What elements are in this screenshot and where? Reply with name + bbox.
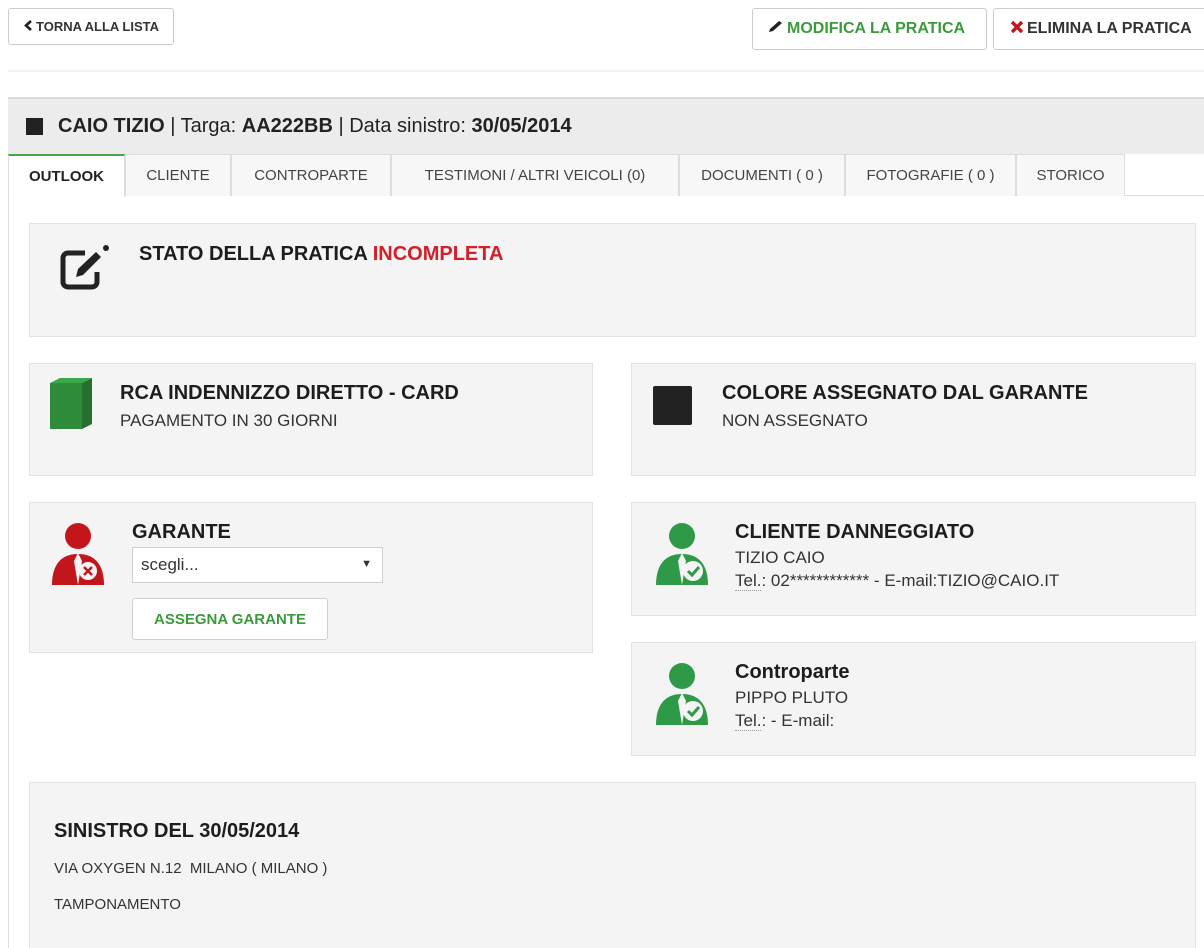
date-label: | Data sinistro: (332, 115, 472, 137)
user-check-icon (654, 661, 710, 734)
book-icon (46, 377, 96, 436)
edit-square-icon (59, 244, 115, 297)
counterparty-card: Controparte PIPPO PLUTO Tel.: - E-mail: (631, 642, 1196, 756)
claim-title: SINISTRO DEL 30/05/2014 (54, 820, 300, 842)
counterparty-tel-value: : - E-mail: (761, 711, 835, 730)
toolbar-divider (8, 70, 1204, 72)
delete-label: ELIMINA LA PRATICA (1027, 20, 1192, 37)
rca-subtitle: PAGAMENTO IN 30 GIORNI (120, 411, 338, 430)
plate-value: AA222BB (241, 115, 333, 137)
claim-card: SINISTRO DEL 30/05/2014 VIA OXYGEN N.12 … (29, 782, 1196, 948)
assign-guarantor-button[interactable]: ASSEGNA GARANTE (132, 598, 328, 640)
x-icon (1010, 20, 1024, 39)
counterparty-tel-label: Tel. (735, 711, 762, 731)
date-value: 30/05/2014 (471, 115, 572, 137)
guarantor-select[interactable]: scegli... ▼ (132, 547, 383, 583)
status-prefix: STATO DELLA PRATICA (139, 243, 373, 265)
edit-label: MODIFICA LA PRATICA (787, 20, 966, 37)
plate-label: | Targa: (164, 115, 242, 137)
counterparty-name: PIPPO PLUTO (735, 688, 849, 707)
counterparty-contact: Tel.: - E-mail: (735, 711, 849, 731)
tab-controparte[interactable]: CONTROPARTE (231, 154, 391, 196)
claim-type: TAMPONAMENTO (54, 896, 181, 913)
caret-down-icon: ▼ (361, 558, 372, 570)
guarantor-title: GARANTE (132, 521, 231, 543)
square-icon (26, 118, 43, 135)
tab-testimoni[interactable]: TESTIMONI / ALTRI VEICOLI (0) (391, 154, 679, 196)
tab-cliente[interactable]: CLIENTE (125, 154, 231, 196)
tab-documenti[interactable]: DOCUMENTI ( 0 ) (679, 154, 845, 196)
status-card: STATO DELLA PRATICA INCOMPLETA (29, 223, 1196, 337)
square-icon (653, 386, 692, 425)
status-heading: STATO DELLA PRATICA INCOMPLETA (139, 243, 503, 266)
rca-title: RCA INDENNIZZO DIRETTO - CARD (120, 382, 459, 404)
rca-card: RCA INDENNIZZO DIRETTO - CARD PAGAMENTO … (29, 363, 593, 476)
tab-outlook[interactable]: OUTLOOK (8, 154, 125, 197)
pencil-icon (767, 20, 784, 39)
client-title: CLIENTE DANNEGGIATO (735, 521, 975, 543)
practice-header: CAIO TIZIO | Targa: AA222BB | Data sinis… (8, 97, 1204, 154)
tab-bar: OUTLOOK CLIENTE CONTROPARTE TESTIMONI / … (8, 154, 1204, 197)
back-to-list-button[interactable]: TORNA ALLA LISTA (8, 8, 175, 45)
edit-practice-button[interactable]: MODIFICA LA PRATICA (752, 8, 987, 50)
client-name: CAIO TIZIO (58, 115, 165, 137)
chevron-left-icon (24, 19, 33, 34)
client-tel-value: : 02************ - E-mail:TIZIO@CAIO.IT (761, 571, 1060, 590)
counterparty-title: Controparte (735, 661, 850, 683)
delete-practice-button[interactable]: ELIMINA LA PRATICA (993, 8, 1204, 50)
client-contact: Tel.: 02************ - E-mail:TIZIO@CAIO… (735, 571, 1059, 591)
status-value: INCOMPLETA (372, 243, 504, 265)
guarantor-select-value: scegli... (141, 555, 199, 574)
client-name: TIZIO CAIO (735, 548, 825, 567)
tab-storico[interactable]: STORICO (1016, 154, 1125, 196)
color-card: COLORE ASSEGNATO DAL GARANTE NON ASSEGNA… (631, 363, 1196, 476)
user-check-icon (654, 521, 710, 594)
client-card: CLIENTE DANNEGGIATO TIZIO CAIO Tel.: 02*… (631, 502, 1196, 616)
claim-address: VIA OXYGEN N.12 MILANO ( MILANO ) (54, 860, 328, 877)
back-label: TORNA ALLA LISTA (36, 19, 160, 34)
user-error-icon (50, 521, 106, 594)
color-title: COLORE ASSEGNATO DAL GARANTE (722, 382, 1088, 404)
guarantor-card: GARANTE scegli... ▼ ASSEGNA GARANTE (29, 502, 593, 653)
client-tel-label: Tel. (735, 571, 762, 591)
tab-fotografie[interactable]: FOTOGRAFIE ( 0 ) (845, 154, 1016, 196)
color-value: NON ASSEGNATO (722, 411, 868, 430)
